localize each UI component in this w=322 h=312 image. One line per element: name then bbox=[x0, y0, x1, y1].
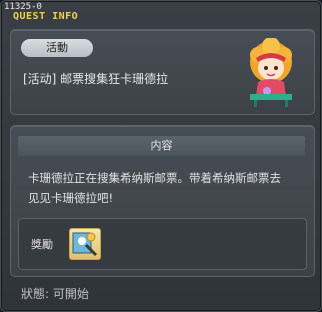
npc-avatar bbox=[250, 38, 292, 107]
event-panel: 活動 [活动] 邮票搜集狂卡珊德拉 bbox=[10, 29, 315, 115]
description-line: 卡珊德拉正在搜集希纳斯邮票。带着希纳斯邮票去 bbox=[28, 171, 281, 185]
event-tag: 活動 bbox=[21, 39, 93, 57]
window-title: QUEST INFO bbox=[13, 11, 79, 22]
quest-info-window: 11325-0 QUEST INFO 活動 [活动] 邮票搜集狂卡珊德拉 内容 … bbox=[0, 0, 322, 312]
description-line: 见见卡珊德拉吧! bbox=[28, 191, 114, 205]
content-header: 内容 bbox=[18, 136, 305, 156]
event-title: [活动] 邮票搜集狂卡珊德拉 bbox=[23, 72, 169, 86]
stamp-icon bbox=[72, 232, 98, 257]
reward-item-icon[interactable] bbox=[69, 228, 101, 260]
content-panel: 内容 卡珊德拉正在搜集希纳斯邮票。带着希纳斯邮票去 见见卡珊德拉吧! 獎勵 bbox=[10, 125, 315, 277]
reward-label: 獎勵 bbox=[31, 238, 53, 251]
quest-description: 卡珊德拉正在搜集希纳斯邮票。带着希纳斯邮票去 见见卡珊德拉吧! bbox=[28, 168, 308, 208]
quest-status: 狀態: 可開始 bbox=[21, 287, 89, 301]
reward-box: 獎勵 bbox=[18, 218, 307, 270]
